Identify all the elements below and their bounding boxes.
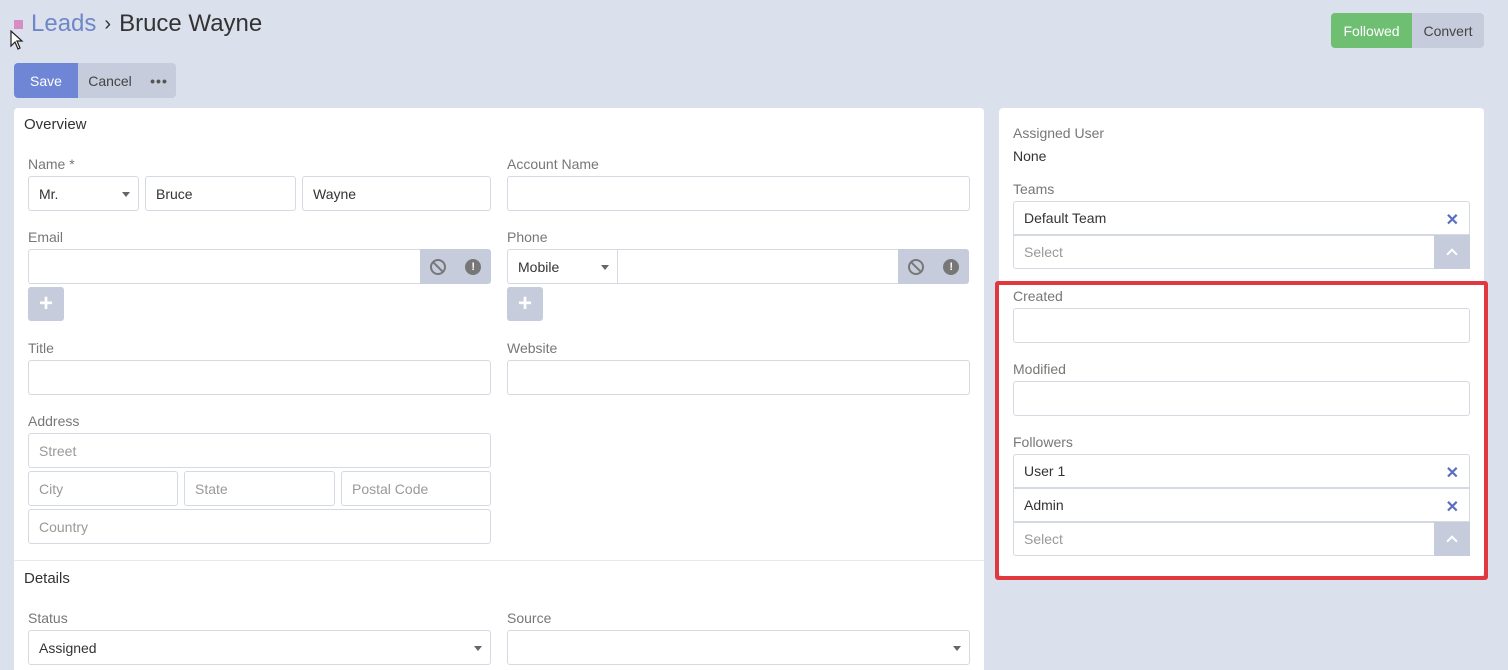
- add-email-button[interactable]: +: [28, 287, 64, 321]
- save-button[interactable]: Save: [14, 63, 78, 98]
- remove-icon[interactable]: ✕: [1446, 210, 1459, 230]
- country-input[interactable]: Country: [28, 509, 491, 544]
- salutation-value: Mr.: [39, 185, 59, 202]
- header-button-group: Followed Convert: [1331, 13, 1484, 48]
- breadcrumb-separator: ›: [104, 12, 112, 35]
- followed-button[interactable]: Followed: [1331, 13, 1412, 48]
- name-label: Name *: [28, 156, 75, 172]
- teams-select-placeholder: Select: [1024, 244, 1063, 260]
- assigned-user-label: Assigned User: [1013, 125, 1105, 141]
- teams-select-button[interactable]: [1434, 235, 1470, 269]
- street-input[interactable]: Street: [28, 433, 491, 468]
- more-actions-button[interactable]: •••: [142, 63, 176, 98]
- website-label: Website: [507, 340, 558, 356]
- salutation-select[interactable]: Mr.: [28, 176, 139, 211]
- breadcrumb-leads-link[interactable]: Leads: [31, 10, 96, 38]
- source-select[interactable]: [507, 630, 970, 665]
- dropdown-caret-icon: [122, 192, 130, 197]
- last-name-input[interactable]: Wayne: [302, 176, 491, 211]
- convert-button[interactable]: Convert: [1412, 13, 1484, 48]
- dropdown-caret-icon: [953, 646, 961, 651]
- opt-out-icon[interactable]: [429, 258, 446, 275]
- first-name-input[interactable]: Bruce: [145, 176, 296, 211]
- source-label: Source: [507, 610, 552, 626]
- phone-input[interactable]: [617, 249, 899, 284]
- phone-label: Phone: [507, 229, 548, 245]
- account-name-input[interactable]: [507, 176, 970, 211]
- title-input[interactable]: [28, 360, 491, 395]
- chevron-up-icon: [1446, 248, 1458, 260]
- account-name-label: Account Name: [507, 156, 599, 172]
- add-phone-button[interactable]: +: [507, 287, 543, 321]
- status-value: Assigned: [39, 639, 97, 656]
- team-name: Default Team: [1024, 210, 1107, 226]
- phone-type-value: Mobile: [518, 258, 560, 275]
- title-label: Title: [28, 340, 54, 356]
- highlight-annotation-box: [995, 281, 1488, 580]
- teams-select-input[interactable]: Select: [1013, 235, 1470, 269]
- email-input[interactable]: [28, 249, 421, 284]
- breadcrumb: Leads › Bruce Wayne: [14, 10, 262, 38]
- phone-type-select[interactable]: Mobile: [507, 249, 618, 284]
- email-label: Email: [28, 229, 64, 245]
- status-label: Status: [28, 610, 68, 626]
- team-item: Default Team ✕: [1013, 201, 1470, 235]
- entity-color-icon: [14, 19, 23, 29]
- details-heading: Details: [24, 570, 70, 587]
- page-title: Bruce Wayne: [119, 10, 263, 37]
- record-action-buttons: Save Cancel •••: [14, 63, 176, 98]
- invalid-icon[interactable]: !: [465, 258, 482, 275]
- teams-label: Teams: [1013, 181, 1055, 197]
- phone-options: !: [898, 249, 969, 284]
- assigned-user-value[interactable]: None: [1013, 148, 1046, 164]
- main-record-panel: Overview Name * Mr. Bruce Wayne Account …: [14, 108, 984, 670]
- cancel-button[interactable]: Cancel: [78, 63, 142, 98]
- city-input[interactable]: City: [28, 471, 178, 506]
- email-options: !: [420, 249, 491, 284]
- postal-code-input[interactable]: Postal Code: [341, 471, 491, 506]
- state-input[interactable]: State: [184, 471, 335, 506]
- section-divider: [14, 560, 984, 561]
- dropdown-caret-icon: [474, 646, 482, 651]
- overview-heading: Overview: [24, 116, 87, 133]
- opt-out-icon[interactable]: [907, 258, 924, 275]
- status-select[interactable]: Assigned: [28, 630, 491, 665]
- address-label: Address: [28, 413, 80, 429]
- dropdown-caret-icon: [601, 265, 609, 270]
- invalid-icon[interactable]: !: [943, 258, 960, 275]
- website-input[interactable]: [507, 360, 970, 395]
